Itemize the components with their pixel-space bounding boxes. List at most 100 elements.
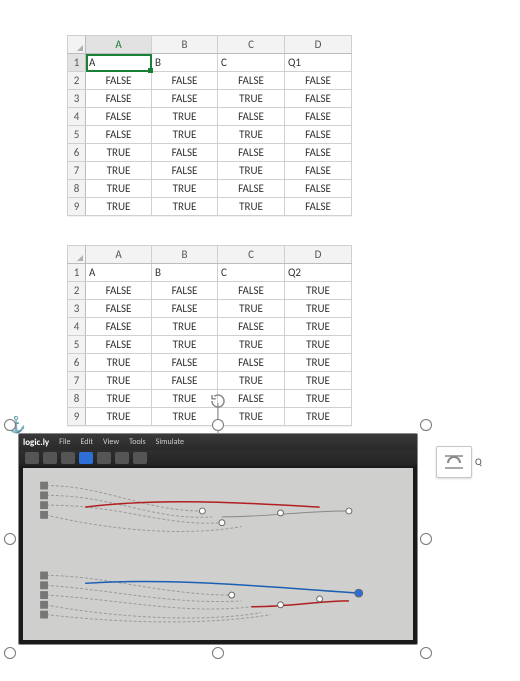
cell[interactable]: TRUE [285, 390, 352, 408]
cell[interactable]: FALSE [86, 282, 152, 300]
cell[interactable]: FALSE [86, 90, 152, 108]
row-header-7[interactable]: 7 [68, 372, 86, 390]
cell[interactable]: FALSE [86, 126, 152, 144]
cell[interactable]: TRUE [86, 354, 152, 372]
cell[interactable]: FALSE [152, 354, 218, 372]
cell[interactable]: FALSE [218, 180, 285, 198]
circuit-canvas[interactable] [23, 468, 413, 640]
col-header-C[interactable]: C [218, 246, 285, 264]
cell[interactable]: TRUE [152, 198, 218, 216]
cell[interactable]: FALSE [285, 90, 352, 108]
cell[interactable]: FALSE [285, 198, 352, 216]
cell[interactable]: FALSE [285, 126, 352, 144]
col-header-A[interactable]: A [86, 36, 152, 54]
col-header-B[interactable]: B [152, 36, 218, 54]
row-header-7[interactable]: 7 [68, 162, 86, 180]
row-header-8[interactable]: 8 [68, 390, 86, 408]
tool-button[interactable] [97, 452, 111, 464]
cell[interactable]: TRUE [152, 336, 218, 354]
cell[interactable]: TRUE [152, 108, 218, 126]
tool-button[interactable] [133, 452, 147, 464]
cell[interactable]: TRUE [152, 180, 218, 198]
cell[interactable]: C [218, 54, 285, 72]
cell[interactable]: A [86, 54, 152, 72]
cell[interactable]: TRUE [152, 318, 218, 336]
cell[interactable]: FALSE [86, 72, 152, 90]
row-header-9[interactable]: 9 [68, 408, 86, 426]
tool-button[interactable] [61, 452, 75, 464]
resize-handle-sw[interactable] [4, 647, 16, 659]
cell[interactable]: TRUE [86, 162, 152, 180]
cell[interactable]: FALSE [218, 144, 285, 162]
cell[interactable]: FALSE [152, 72, 218, 90]
menu-edit[interactable]: Edit [81, 437, 94, 447]
cell[interactable]: B [152, 54, 218, 72]
select-all-corner[interactable] [68, 246, 86, 264]
row-header-6[interactable]: 6 [68, 144, 86, 162]
cell[interactable]: FALSE [152, 282, 218, 300]
cell[interactable]: TRUE [86, 390, 152, 408]
row-header-9[interactable]: 9 [68, 198, 86, 216]
cell[interactable]: TRUE [285, 354, 352, 372]
cell[interactable]: FALSE [218, 108, 285, 126]
cell[interactable]: FALSE [285, 72, 352, 90]
row-header-1[interactable]: 1 [68, 54, 86, 72]
embedded-object[interactable]: ⚓ logic.ly File Edit View Tools Simulate [10, 425, 426, 653]
resize-handle-s[interactable] [212, 647, 224, 659]
resize-handle-e[interactable] [420, 533, 432, 545]
col-header-A[interactable]: A [86, 246, 152, 264]
cell[interactable]: FALSE [285, 180, 352, 198]
cell[interactable]: FALSE [218, 72, 285, 90]
cell[interactable]: FALSE [218, 354, 285, 372]
cell[interactable]: TRUE [86, 180, 152, 198]
cell[interactable]: C [218, 264, 285, 282]
resize-handle-w[interactable] [4, 533, 16, 545]
rotate-handle[interactable] [208, 391, 228, 411]
cell[interactable]: FALSE [152, 162, 218, 180]
resize-handle-n[interactable] [212, 419, 224, 431]
cell[interactable]: TRUE [285, 318, 352, 336]
layout-options-button[interactable]: Q [436, 446, 472, 478]
cell[interactable]: FALSE [218, 318, 285, 336]
cell[interactable]: TRUE [218, 90, 285, 108]
cell[interactable]: TRUE [285, 408, 352, 426]
col-header-B[interactable]: B [152, 246, 218, 264]
cell[interactable]: FALSE [152, 372, 218, 390]
col-header-D[interactable]: D [285, 246, 352, 264]
menu-file[interactable]: File [59, 437, 70, 447]
menu-tools[interactable]: Tools [129, 437, 146, 447]
cell[interactable]: FALSE [86, 336, 152, 354]
row-header-2[interactable]: 2 [68, 72, 86, 90]
cell[interactable]: TRUE [218, 300, 285, 318]
resize-handle-nw[interactable] [4, 419, 16, 431]
row-header-1[interactable]: 1 [68, 264, 86, 282]
cell[interactable]: TRUE [218, 198, 285, 216]
cell[interactable]: FALSE [152, 144, 218, 162]
cell[interactable]: B [152, 264, 218, 282]
cell[interactable]: TRUE [218, 372, 285, 390]
cell[interactable]: TRUE [86, 372, 152, 390]
cell[interactable]: FALSE [152, 300, 218, 318]
cell[interactable]: FALSE [285, 144, 352, 162]
cell[interactable]: TRUE [285, 300, 352, 318]
col-header-D[interactable]: D [285, 36, 352, 54]
row-header-4[interactable]: 4 [68, 108, 86, 126]
col-header-C[interactable]: C [218, 36, 285, 54]
menu-view[interactable]: View [103, 437, 119, 447]
tool-button-active[interactable] [79, 452, 93, 464]
tool-button[interactable] [25, 452, 39, 464]
cell[interactable]: TRUE [218, 162, 285, 180]
cell[interactable]: FALSE [218, 282, 285, 300]
select-all-corner[interactable] [68, 36, 86, 54]
row-header-2[interactable]: 2 [68, 282, 86, 300]
cell[interactable]: TRUE [285, 282, 352, 300]
cell[interactable]: TRUE [285, 372, 352, 390]
row-header-4[interactable]: 4 [68, 318, 86, 336]
row-header-6[interactable]: 6 [68, 354, 86, 372]
grid[interactable]: A B C D 1 A B C Q1 2 FALSE FALSE FALSE F… [67, 35, 352, 216]
tool-button[interactable] [43, 452, 57, 464]
cell[interactable]: TRUE [218, 126, 285, 144]
cell[interactable]: FALSE [86, 300, 152, 318]
cell[interactable]: A [86, 264, 152, 282]
tool-button[interactable] [115, 452, 129, 464]
